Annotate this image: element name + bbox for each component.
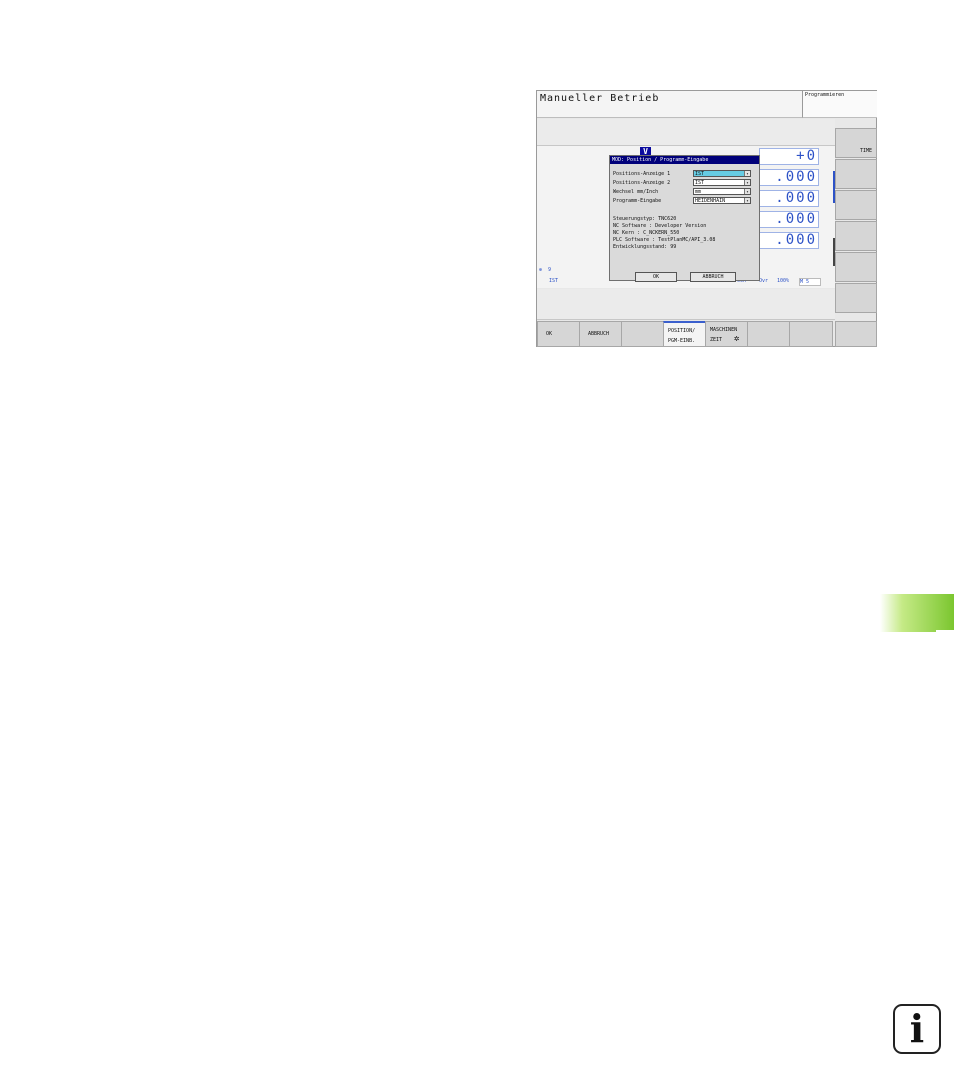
position-value-5: .000 bbox=[759, 232, 819, 249]
softkey-empty-7[interactable] bbox=[789, 321, 833, 347]
softkey-vertical-5[interactable] bbox=[835, 252, 877, 282]
program-input-select[interactable]: HEIDENHAIN ▾ bbox=[693, 197, 751, 204]
softkey-ok[interactable]: OK bbox=[537, 321, 580, 347]
softkey-vertical-2[interactable] bbox=[835, 159, 877, 189]
softkey-vertical-6[interactable] bbox=[835, 283, 877, 313]
dropdown-arrow-icon[interactable]: ▾ bbox=[744, 180, 750, 185]
info-nc-software: NC Software : Developer Version bbox=[613, 223, 707, 229]
dialog-cancel-button[interactable]: ABBRUCH bbox=[690, 272, 736, 282]
chapter-tab bbox=[880, 594, 954, 632]
unit-select[interactable]: mm ▾ bbox=[693, 188, 751, 195]
secondary-mode-panel: Programmieren bbox=[802, 91, 877, 118]
field-label: Programm-Eingabe bbox=[613, 198, 662, 204]
mod-dialog: MOD: Position / Programm-Eingabe Positio… bbox=[609, 155, 760, 282]
status-ovr: Ovr bbox=[759, 278, 769, 284]
softkey-machine-time[interactable]: MASCHINEN ZEIT ✲ bbox=[705, 321, 748, 347]
status-m-function: M 5 bbox=[799, 278, 821, 286]
softkey-vertical-3[interactable] bbox=[835, 190, 877, 220]
dialog-title: MOD: Position / Programm-Eingabe bbox=[610, 156, 759, 164]
field-label: Wechsel mm/Inch bbox=[613, 189, 659, 195]
info-band bbox=[537, 119, 835, 146]
info-nc-kernel: NC Kern : C_NCKERN_550 bbox=[613, 230, 680, 236]
dropdown-arrow-icon[interactable]: ▾ bbox=[744, 189, 750, 194]
tnc-screen: Manueller Betrieb Programmieren V +0 .00… bbox=[536, 90, 877, 347]
dialog-ok-button[interactable]: OK bbox=[635, 272, 677, 282]
softkey-empty-6[interactable] bbox=[747, 321, 790, 347]
field-label: Positions-Anzeige 2 bbox=[613, 180, 671, 186]
softkey-empty-8[interactable] bbox=[835, 321, 877, 347]
position-value-4: .000 bbox=[759, 211, 819, 228]
info-plc-software: PLC Software : TestPlanMC/API_3.08 bbox=[613, 237, 716, 243]
softkey-vertical-4[interactable] bbox=[835, 221, 877, 251]
message-band bbox=[537, 289, 835, 320]
softkey-empty-3[interactable] bbox=[621, 321, 664, 347]
softkey-cancel[interactable]: ABBRUCH bbox=[579, 321, 622, 347]
info-dev-level: Entwicklungsstand: 99 bbox=[613, 244, 677, 250]
position-value-1: +0 bbox=[759, 148, 819, 165]
clock-icon: ✲ bbox=[734, 334, 740, 344]
softkey-time[interactable]: TIME bbox=[835, 128, 877, 158]
field-position-display-2: Positions-Anzeige 2 IST ▾ bbox=[613, 179, 753, 187]
position-value-3: .000 bbox=[759, 190, 819, 207]
field-program-input: Programm-Eingabe HEIDENHAIN ▾ bbox=[613, 197, 753, 205]
field-unit-switch: Wechsel mm/Inch mm ▾ bbox=[613, 188, 753, 196]
status-line-1: ⊕ 9 bbox=[539, 267, 552, 273]
mode-title: Manueller Betrieb bbox=[540, 93, 660, 104]
vertical-softkey-bar: TIME bbox=[835, 119, 878, 348]
mode-header: Manueller Betrieb bbox=[537, 91, 802, 118]
softkey-position-pgm-input[interactable]: POSITION/PGM-EINB. bbox=[663, 321, 706, 347]
dropdown-arrow-icon[interactable]: ▾ bbox=[744, 171, 750, 176]
position-display-1-select[interactable]: IST ▾ bbox=[693, 170, 751, 177]
field-label: Positions-Anzeige 1 bbox=[613, 171, 671, 177]
position-value-2: .000 bbox=[759, 169, 819, 186]
info-control-type: Steuerungstyp: TNC620 bbox=[613, 216, 677, 222]
status-feed: 100% bbox=[777, 278, 790, 284]
dropdown-arrow-icon[interactable]: ▾ bbox=[744, 198, 750, 203]
field-position-display-1: Positions-Anzeige 1 IST ▾ bbox=[613, 170, 753, 178]
status-ist: IST bbox=[549, 278, 559, 284]
secondary-mode-label: Programmieren bbox=[805, 92, 845, 98]
position-display-2-select[interactable]: IST ▾ bbox=[693, 179, 751, 186]
info-icon: i bbox=[893, 1004, 941, 1054]
